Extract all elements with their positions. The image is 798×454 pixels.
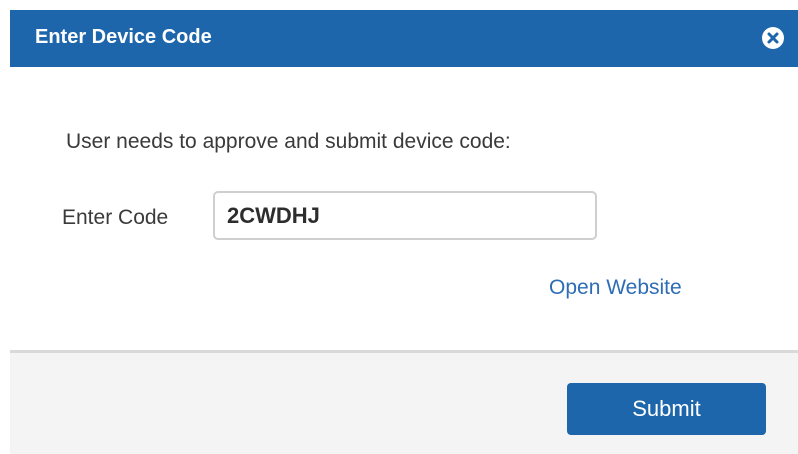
open-website-link[interactable]: Open Website [549,276,682,300]
submit-button[interactable]: Submit [567,383,766,435]
enter-device-code-dialog: Enter Device Code User needs to approve … [10,10,798,454]
enter-code-label: Enter Code [62,206,169,229]
instruction-text: User needs to approve and submit device … [66,130,511,153]
background-text-fragment [0,0,798,10]
device-code-input[interactable] [213,191,597,240]
dialog-titlebar: Enter Device Code [10,10,798,67]
dialog-body: User needs to approve and submit device … [10,67,798,350]
dialog-footer: Submit [10,353,798,454]
dialog-title: Enter Device Code [35,26,212,48]
close-icon[interactable] [762,27,784,49]
